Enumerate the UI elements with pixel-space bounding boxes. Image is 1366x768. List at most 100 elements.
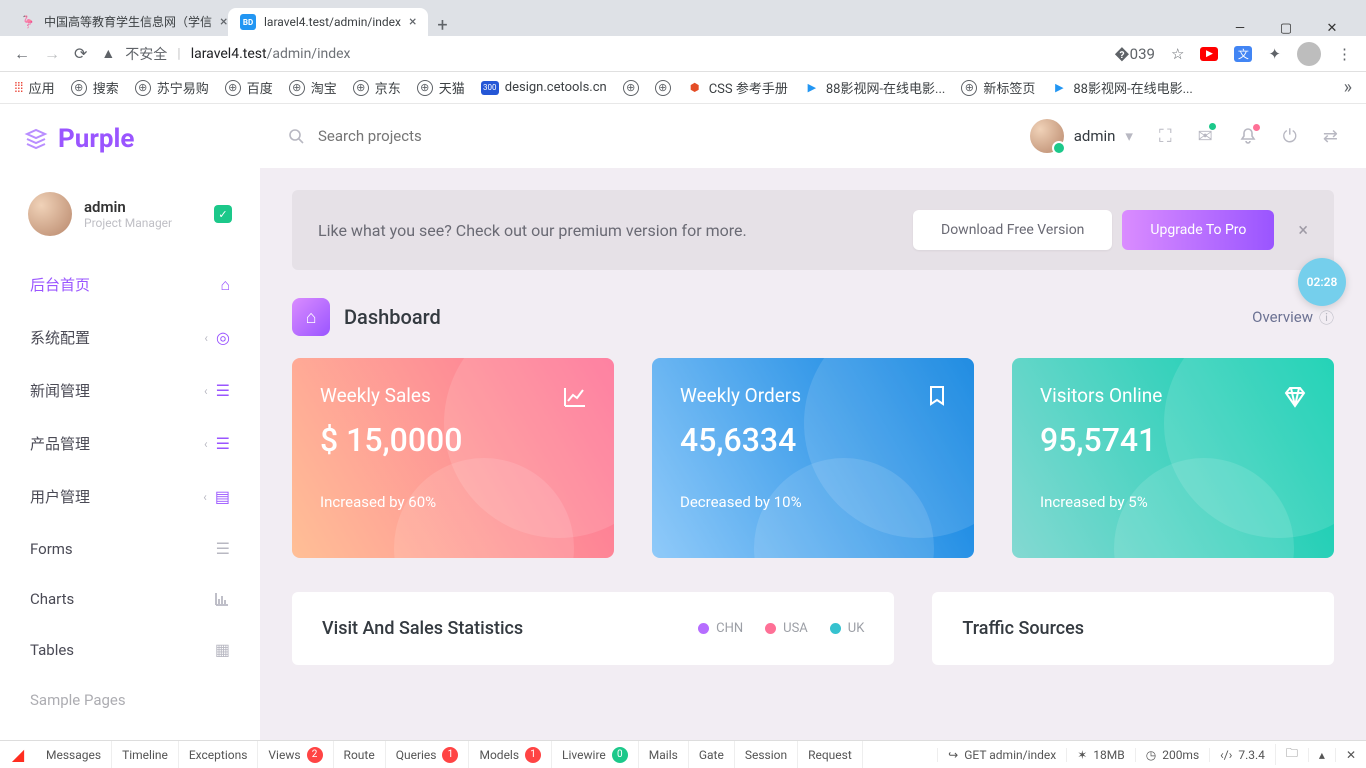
bookmark-item[interactable]: ▶88影视网-在线电影... (1051, 78, 1193, 97)
translate-icon[interactable]: 文 (1234, 46, 1252, 62)
user-menu[interactable]: admin ▾ (1030, 119, 1133, 153)
dbg-close-icon[interactable]: ✕ (1335, 748, 1366, 762)
insecure-icon: ▲ (101, 45, 115, 62)
laravel-icon[interactable]: ◢ (0, 745, 36, 764)
new-tab-button[interactable]: + (428, 15, 456, 36)
fullscreen-icon[interactable]: ⛶ (1159, 126, 1172, 147)
dbg-collapse-icon[interactable]: ▴ (1308, 748, 1335, 762)
timer-badge: 02:28 (1298, 258, 1346, 306)
bookmark-item[interactable]: ⊕ (623, 80, 639, 96)
profile-icon[interactable] (1297, 42, 1321, 66)
dbg-time[interactable]: ◷200ms (1135, 748, 1209, 762)
sidebar-profile[interactable]: admin Project Manager ✓ (12, 182, 248, 258)
reload-icon[interactable]: ⟳ (74, 44, 87, 63)
search-icon[interactable] (288, 128, 304, 144)
address-bar[interactable]: ▲ 不安全 | laravel4.test/admin/index (101, 44, 350, 64)
search-input[interactable] (318, 127, 578, 145)
user-name: admin (1074, 127, 1116, 145)
nav-tables[interactable]: Tables ▦ (12, 624, 248, 675)
dbg-request[interactable]: Request (798, 741, 863, 768)
nav-users[interactable]: 用户管理 ‹ ▤ (12, 470, 248, 523)
bell-icon[interactable] (1239, 127, 1257, 145)
stat-card-sales[interactable]: Weekly Sales $ 15,0000 Increased by 60% (292, 358, 614, 558)
dbg-mails[interactable]: Mails (639, 741, 689, 768)
nav-label: 用户管理 (30, 486, 90, 507)
youtube-icon[interactable]: ▶ (1200, 47, 1218, 61)
dbg-route[interactable]: Route (334, 741, 386, 768)
bookmarks-overflow-icon[interactable]: » (1344, 77, 1352, 98)
sidebar: Purple admin Project Manager ✓ 后台首页 ⌂ 系统… (0, 104, 260, 740)
key-icon[interactable]: �039 (1114, 45, 1155, 63)
dbg-memory[interactable]: ✶18MB (1066, 748, 1135, 762)
nav-sample-pages[interactable]: Sample Pages (12, 675, 248, 725)
window-close-icon[interactable]: ✕ (1318, 21, 1346, 36)
dbg-models[interactable]: Models1 (469, 741, 552, 768)
close-icon[interactable]: × (220, 14, 227, 30)
browser-tab[interactable]: 🦩 中国高等教育学生信息网（学信 × (8, 7, 228, 36)
bookmark-item[interactable]: ⊕搜索 (71, 78, 119, 97)
bookmark-item[interactable]: ▶88影视网-在线电影... (804, 78, 946, 97)
bookmark-item[interactable]: ⊕天猫 (417, 78, 465, 97)
legend-item[interactable]: USA (765, 621, 808, 636)
nav-forms[interactable]: Forms ☰ (12, 523, 248, 574)
dbg-php[interactable]: ‹/›7.3.4 (1209, 748, 1275, 762)
dbg-timeline[interactable]: Timeline (112, 741, 179, 768)
dbg-session[interactable]: Session (735, 741, 798, 768)
menu-icon[interactable]: ⋮ (1337, 45, 1352, 63)
card-value: $ 15,0000 (320, 421, 586, 459)
dbg-queries[interactable]: Queries1 (386, 741, 470, 768)
nav-charts[interactable]: Charts (12, 574, 248, 624)
bookmark-item[interactable]: 300design.cetools.cn (481, 80, 607, 95)
nav-dashboard[interactable]: 后台首页 ⌂ (12, 258, 248, 311)
dbg-messages[interactable]: Messages (36, 741, 112, 768)
browser-tab-active[interactable]: BD laravel4.test/admin/index × (228, 8, 428, 36)
star-icon[interactable]: ☆ (1171, 45, 1184, 63)
bookmark-item[interactable]: ⊕淘宝 (289, 78, 337, 97)
dbg-gate[interactable]: Gate (689, 741, 735, 768)
url-path: /admin/index (267, 46, 351, 62)
dbg-views[interactable]: Views2 (258, 741, 333, 768)
chevron-left-icon: ‹ (204, 384, 208, 398)
upgrade-button[interactable]: Upgrade To Pro (1122, 210, 1274, 250)
profile-role: Project Manager (84, 216, 172, 230)
card-title: Weekly Orders (680, 384, 946, 407)
legend-item[interactable]: UK (830, 621, 865, 636)
site-icon: 300 (481, 81, 499, 95)
nav-news[interactable]: 新闻管理 ‹ ☰ (12, 364, 248, 417)
window-maximize-icon[interactable]: ▢ (1272, 21, 1300, 36)
close-icon[interactable]: × (409, 14, 416, 30)
card-title: Visitors Online (1040, 384, 1306, 407)
dbg-current-route[interactable]: ↪GET admin/index (937, 748, 1066, 762)
legend-item[interactable]: CHN (698, 621, 743, 636)
avatar (1030, 119, 1064, 153)
back-icon[interactable]: ← (14, 44, 30, 64)
info-icon: ⓘ (1319, 307, 1334, 328)
dbg-folder-icon[interactable]: 🗀 (1275, 744, 1308, 765)
bookmark-item[interactable]: ⊕新标签页 (961, 78, 1035, 97)
extensions-icon[interactable]: ✦ (1268, 45, 1281, 63)
dbg-livewire[interactable]: Livewire0 (552, 741, 639, 768)
overview-link[interactable]: Overview ⓘ (1252, 307, 1334, 328)
stat-card-orders[interactable]: Weekly Orders 45,6334 Decreased by 10% (652, 358, 974, 558)
forward-icon[interactable]: → (44, 44, 60, 64)
stat-card-visitors[interactable]: Visitors Online 95,5741 Increased by 5% (1012, 358, 1334, 558)
bookmark-apps[interactable]: ⁞⁞⁞应用 (14, 78, 55, 97)
bookmark-item[interactable]: ⊕苏宁易购 (135, 78, 209, 97)
bookmark-item[interactable]: ⊕百度 (225, 78, 273, 97)
bookmark-item[interactable]: ⊕ (655, 80, 671, 96)
nav-products[interactable]: 产品管理 ‹ ☰ (12, 417, 248, 470)
brand[interactable]: Purple (0, 104, 260, 174)
nav-system-config[interactable]: 系统配置 ‹ ◎ (12, 311, 248, 364)
dbg-exceptions[interactable]: Exceptions (179, 741, 259, 768)
bookmark-item[interactable]: ⬢CSS 参考手册 (687, 78, 788, 97)
power-icon[interactable]: ⏻ (1283, 126, 1297, 147)
nav-label: 后台首页 (30, 274, 90, 295)
close-banner-icon[interactable]: × (1298, 220, 1308, 241)
download-button[interactable]: Download Free Version (913, 210, 1112, 250)
favicon-icon: BD (240, 14, 256, 30)
mail-icon[interactable]: ✉ (1198, 126, 1213, 147)
bookmark-item[interactable]: ⊕京东 (353, 78, 401, 97)
window-minimize-icon[interactable]: — (1226, 21, 1254, 36)
chart-legend: CHN USA UK (698, 621, 864, 636)
menu-toggle-icon[interactable]: ⇄ (1323, 126, 1338, 147)
